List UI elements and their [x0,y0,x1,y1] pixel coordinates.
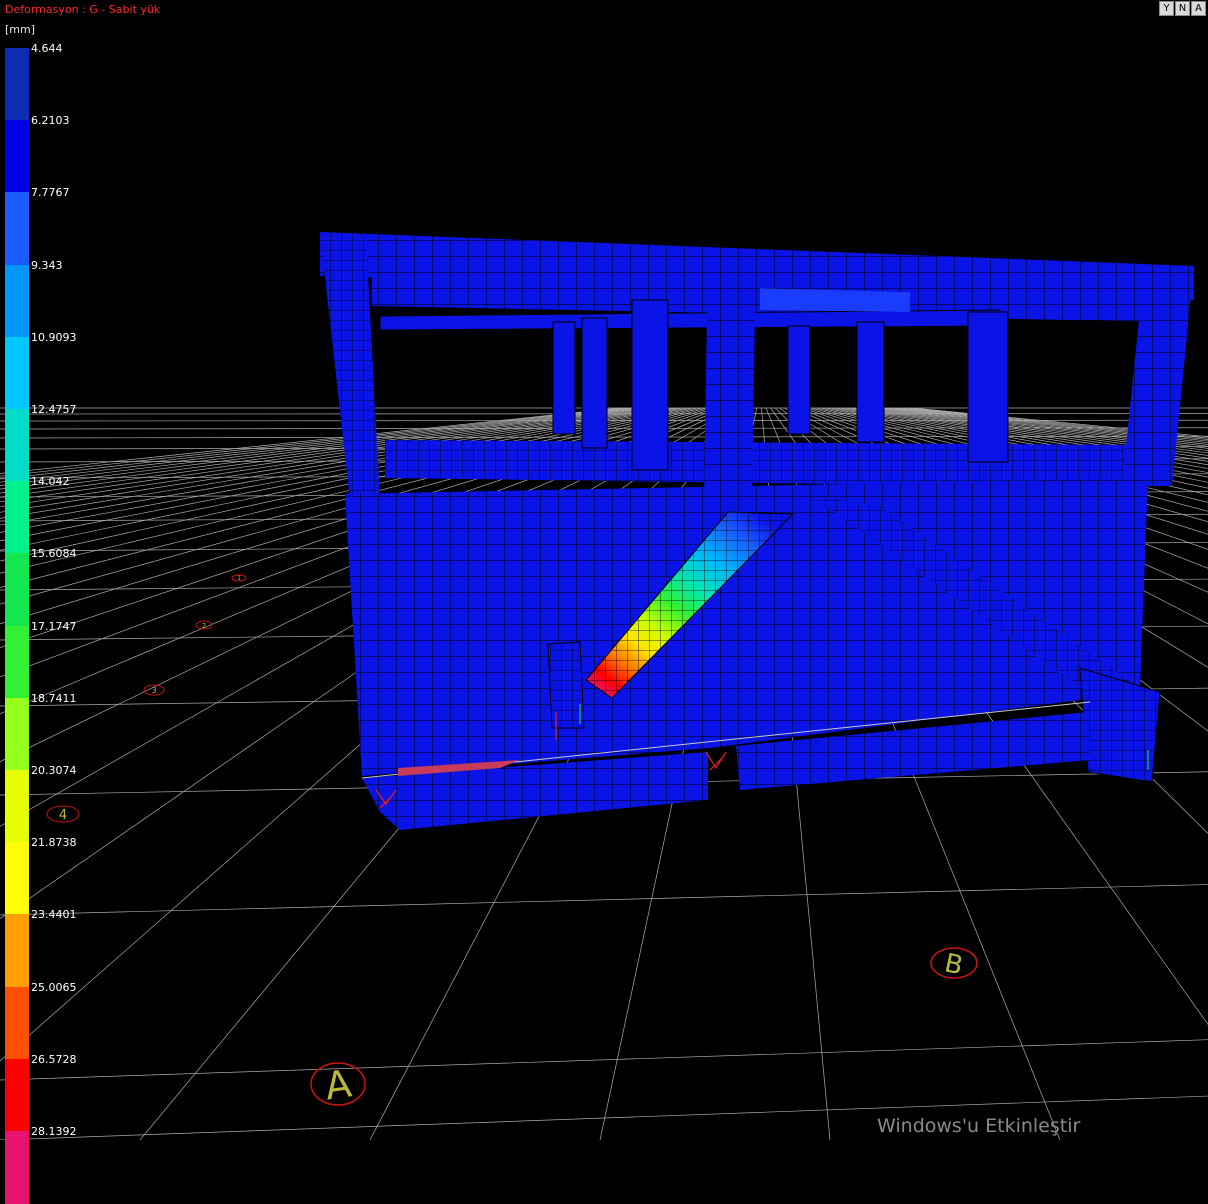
axis-marker-b[interactable]: B [931,948,977,981]
arrow-up-icon[interactable]: A [1191,1,1206,16]
legend-tick-label: 14.042 [31,476,70,488]
color-legend [5,48,29,1134]
legend-tick-label: 28.1392 [31,1126,77,1138]
legend-tick-label: 9.343 [31,260,63,272]
axis-label-2: 2 [202,622,206,630]
legend-swatch [5,265,29,338]
legend-swatch [5,1131,29,1204]
legend-swatch [5,409,29,482]
axis-marker-a[interactable]: A [311,1061,365,1108]
legend-tick-label: 21.8738 [31,837,77,849]
axis-label-1: 1 [237,575,241,582]
legend-tick-label: 10.9093 [31,332,77,344]
legend-tick-label: 18.7411 [31,693,77,705]
legend-swatch [5,914,29,987]
legend-swatch [5,770,29,843]
legend-tick-label: 6.2103 [31,115,70,127]
legend-tick-label: 7.7767 [31,187,70,199]
legend-swatch [5,553,29,626]
legend-tick-label: 26.5728 [31,1054,77,1066]
activation-watermark: Windows'u Etkinleştir [877,1115,1080,1137]
legend-swatch [5,1059,29,1132]
legend-swatch [5,481,29,554]
result-title: Deformasyon : G - Sabit yük [5,3,160,16]
model-viewport[interactable]: A B 4 3 2 1 [0,0,1208,1140]
axis-label-4: 4 [59,808,67,823]
north-icon[interactable]: N [1175,1,1190,16]
legend-tick-label: 17.1747 [31,621,77,633]
legend-swatch [5,842,29,915]
filter-icon[interactable]: Y [1159,1,1174,16]
legend-tick-label: 25.0065 [31,982,77,994]
legend-tick-label: 23.4401 [31,909,77,921]
structure-model[interactable] [320,232,1194,830]
legend-swatch [5,120,29,193]
legend-unit: [mm] [5,23,35,36]
legend-tick-label: 12.4757 [31,404,77,416]
legend-tick-label: 4.644 [31,43,63,55]
legend-swatch [5,337,29,410]
legend-tick-label: 15.6084 [31,548,77,560]
legend-tick-label: 20.3074 [31,765,77,777]
axis-label-3: 3 [151,686,156,695]
axis-marker-4[interactable]: 4 [47,806,79,823]
legend-swatch [5,626,29,699]
legend-swatch [5,48,29,121]
legend-swatch [5,698,29,771]
legend-swatch [5,987,29,1060]
legend-swatch [5,192,29,265]
stressed-slab-strip [760,288,910,312]
axis-marker-1[interactable]: 1 [232,575,246,582]
view-toolbar: Y N A [1159,1,1206,16]
